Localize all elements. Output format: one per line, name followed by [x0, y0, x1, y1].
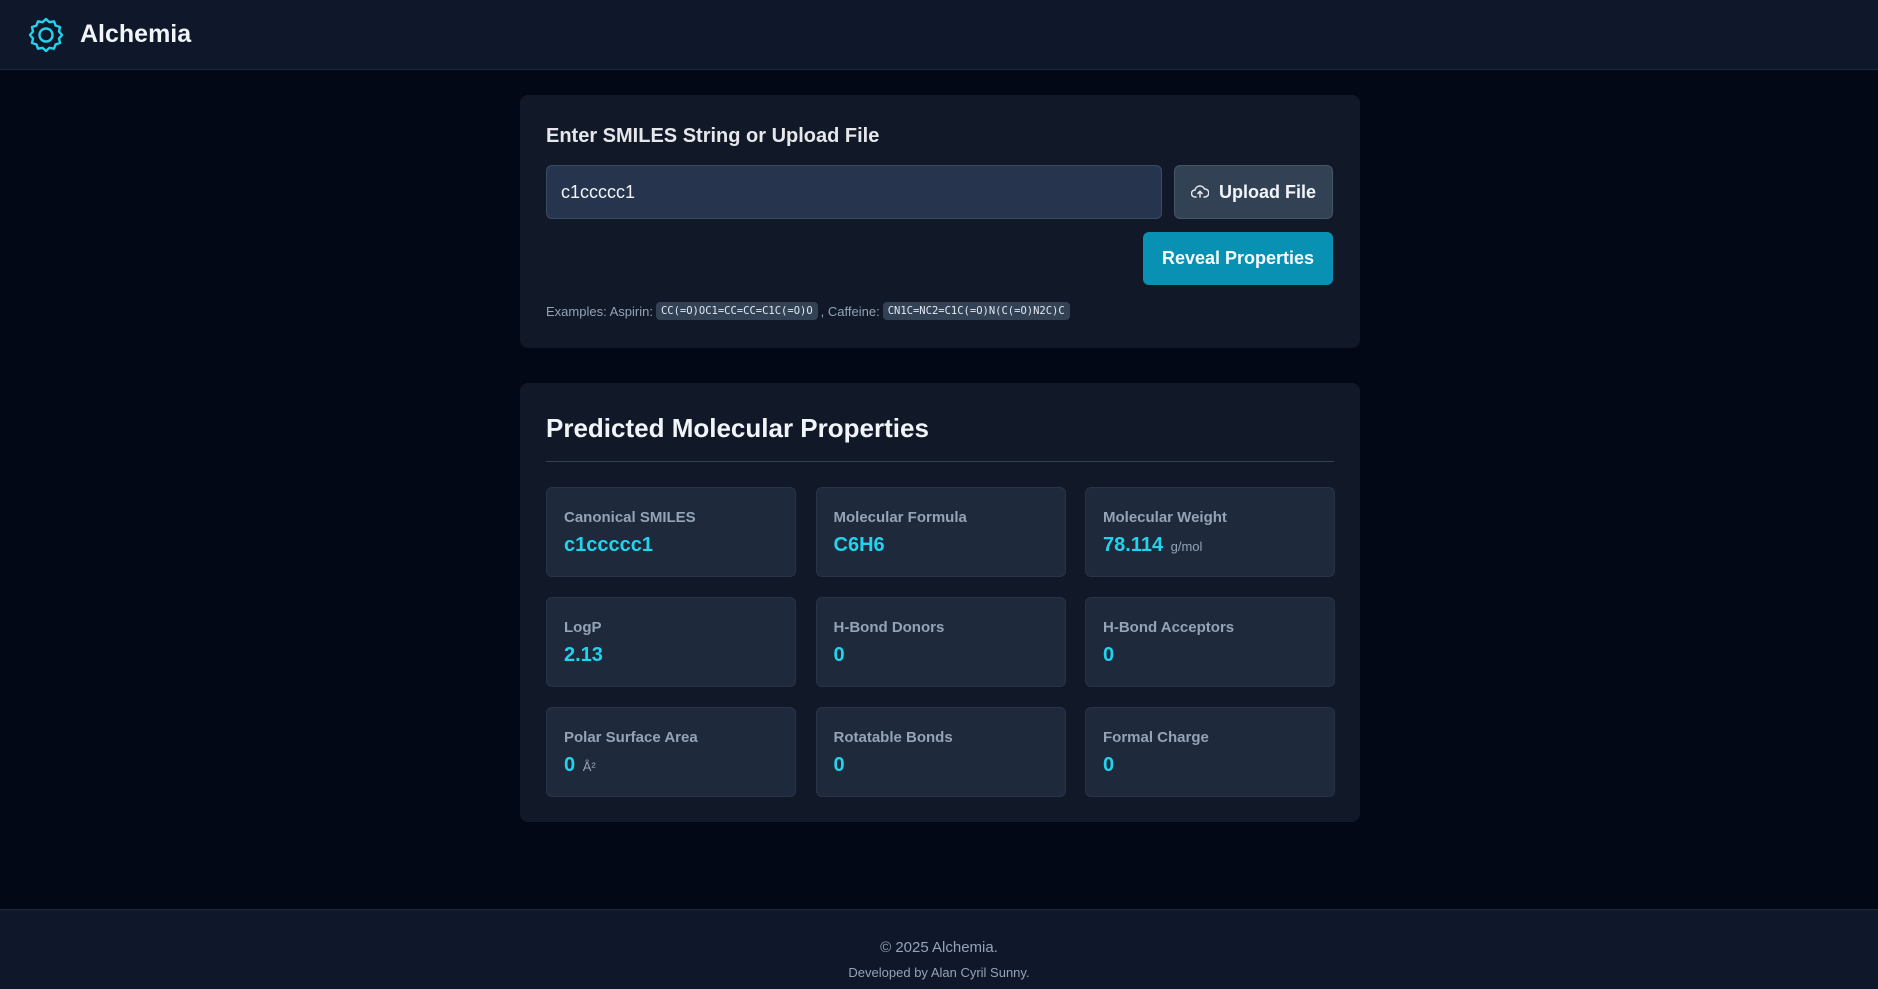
property-value: 0 [833, 644, 845, 666]
cloud-upload-icon [1190, 182, 1210, 203]
property-value: C6H6 [833, 534, 885, 556]
property-value: 78.114 g/mol [1103, 534, 1203, 556]
smiles-input[interactable] [546, 165, 1162, 219]
property-label: Polar Surface Area [564, 729, 698, 746]
property-value: 2.13 [564, 644, 603, 666]
property-card-polar-surface-area: Polar Surface Area 0 Å² [546, 707, 796, 797]
caffeine-smiles-code: CN1C=NC2=C1C(=O)N(C(=O)N2C)C [882, 302, 1070, 320]
footer-developer: Developed by Alan Cyril Sunny. [848, 965, 1030, 980]
property-card-logp: LogP 2.13 [546, 597, 796, 687]
property-card-rotatable-bonds: Rotatable Bonds 0 [815, 707, 1066, 797]
property-value: 0 [833, 754, 845, 776]
property-card-formal-charge: Formal Charge 0 [1085, 707, 1335, 797]
property-value: 0 Å² [564, 754, 596, 776]
property-label: Molecular Weight [1103, 509, 1227, 526]
reveal-properties-button[interactable]: Reveal Properties [1143, 232, 1333, 285]
gear-icon[interactable] [27, 16, 65, 54]
property-label: Rotatable Bonds [833, 729, 953, 746]
property-unit: Å² [582, 759, 596, 774]
property-label: Molecular Formula [833, 509, 967, 526]
property-card-molecular-weight: Molecular Weight 78.114 g/mol [1085, 487, 1335, 577]
property-label: Canonical SMILES [564, 509, 696, 526]
property-value: 0 [1103, 644, 1115, 666]
examples-line: Examples: Aspirin: CC(=O)OC1=CC=CC=C1C(=… [546, 302, 1070, 320]
property-card-molecular-formula: Molecular Formula C6H6 [815, 487, 1066, 577]
property-value: 0 [1103, 754, 1115, 776]
property-value: c1ccccc1 [564, 534, 653, 556]
aspirin-smiles-code: CC(=O)OC1=CC=CC=C1C(=O)O [655, 302, 818, 320]
footer-copyright: © 2025 Alchemia. [880, 939, 998, 956]
property-label: Formal Charge [1103, 729, 1209, 746]
property-unit: g/mol [1170, 539, 1203, 554]
results-panel: Predicted Molecular Properties Canonical… [520, 383, 1360, 822]
top-navbar: Alchemia [0, 0, 1878, 70]
footer: © 2025 Alchemia. Developed by Alan Cyril… [0, 909, 1878, 989]
app-name[interactable]: Alchemia [80, 20, 191, 49]
divider [546, 461, 1334, 462]
smiles-input-label: Enter SMILES String or Upload File [546, 125, 880, 147]
upload-file-button[interactable]: Upload File [1174, 165, 1333, 219]
property-card-h-bond-acceptors: H-Bond Acceptors 0 [1085, 597, 1335, 687]
property-label: H-Bond Donors [833, 619, 945, 636]
property-label: LogP [564, 619, 602, 636]
smiles-input-panel: Enter SMILES String or Upload File Uploa… [520, 95, 1360, 348]
examples-prefix: Examples: Aspirin: [546, 303, 653, 319]
property-cards-grid: Canonical SMILES c1ccccc1 Molecular Form… [546, 487, 1335, 797]
property-card-canonical-smiles: Canonical SMILES c1ccccc1 [546, 487, 796, 577]
property-label: H-Bond Acceptors [1103, 619, 1235, 636]
results-title: Predicted Molecular Properties [546, 413, 929, 443]
caffeine-prefix: , Caffeine: [820, 303, 880, 319]
property-card-h-bond-donors: H-Bond Donors 0 [815, 597, 1066, 687]
upload-file-label: Upload File [1218, 181, 1316, 202]
